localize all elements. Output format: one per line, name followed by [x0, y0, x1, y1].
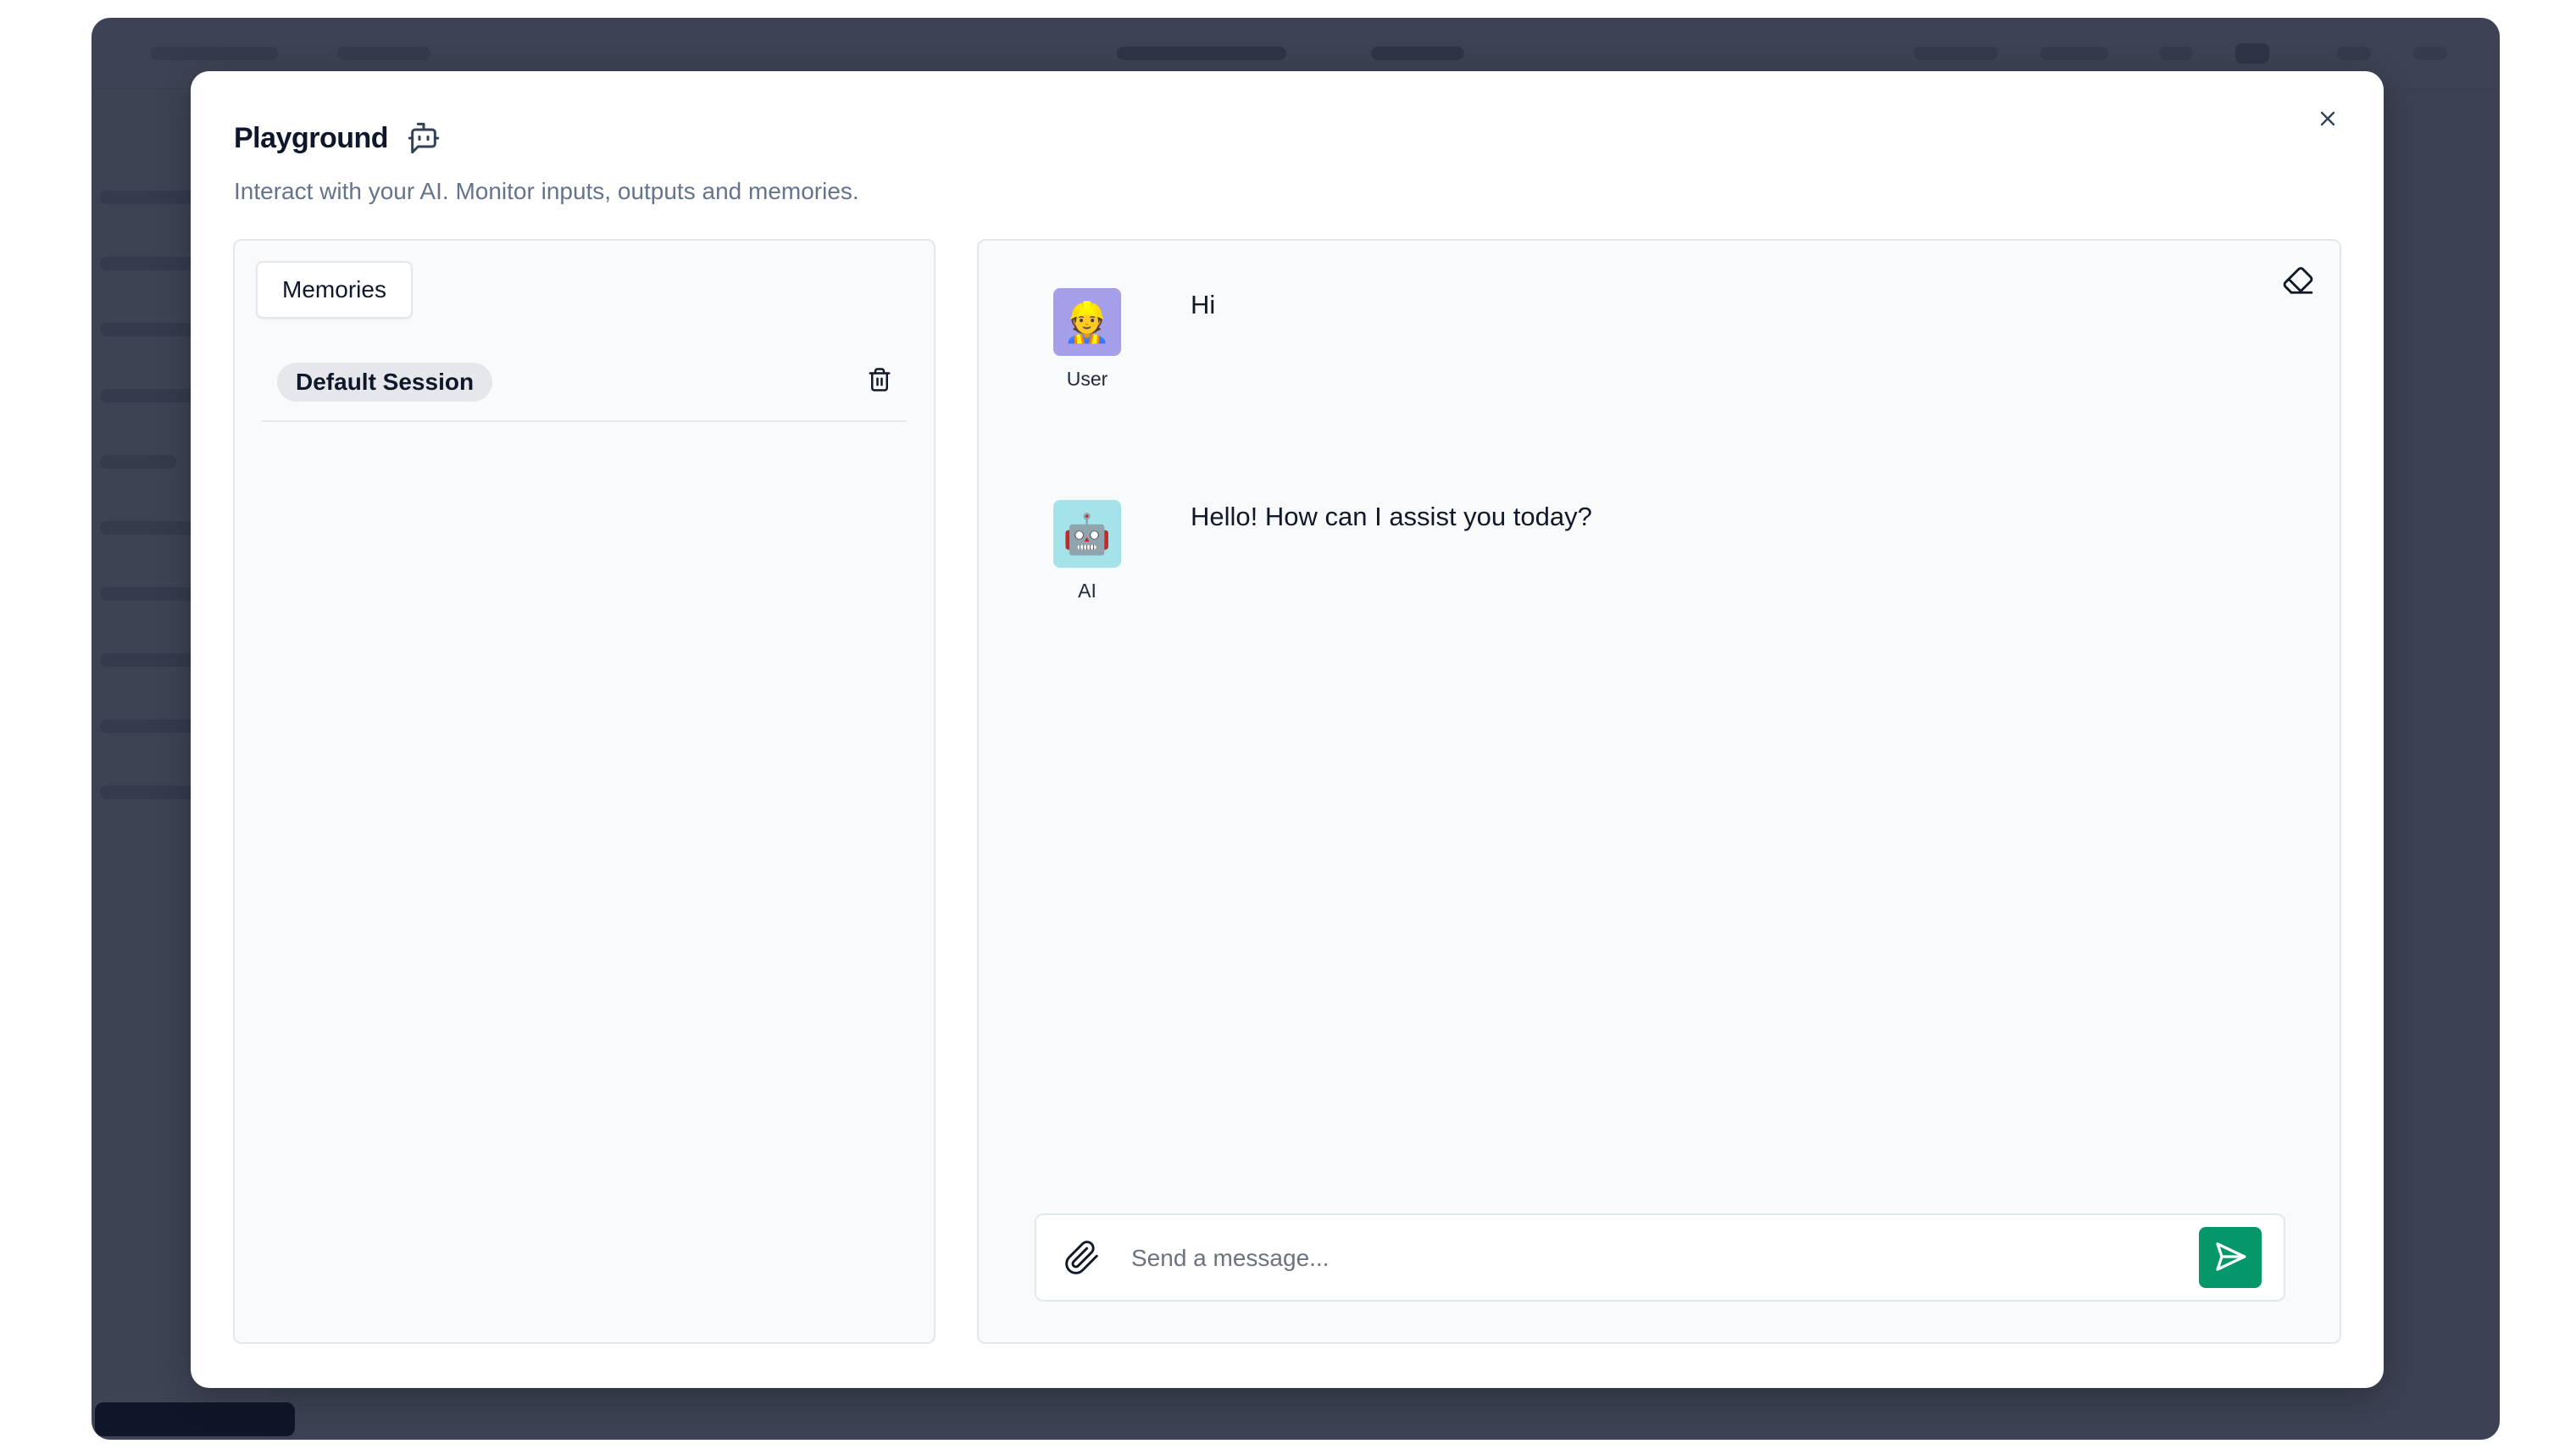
message-text: Hello! How can I assist you today?	[1191, 502, 1592, 531]
delete-session-button[interactable]	[864, 366, 895, 397]
chat-message-ai: 🤖 AI Hello! How can I assist you today?	[1053, 500, 1592, 602]
message-input[interactable]	[1131, 1232, 2165, 1285]
clear-chat-button[interactable]	[2279, 263, 2318, 302]
session-list-item[interactable]: Default Session	[262, 351, 907, 422]
chat-panel: 👷 User Hi 🤖 AI Hello! How can I assist y…	[977, 239, 2341, 1344]
dialog-title: Playground	[234, 121, 389, 154]
paperclip-icon	[1063, 1239, 1101, 1280]
send-icon	[2213, 1240, 2247, 1276]
ai-avatar: 🤖	[1053, 500, 1121, 568]
close-icon	[2316, 107, 2340, 135]
user-avatar: 👷	[1053, 288, 1121, 356]
memories-panel: Memories Default Session	[233, 239, 935, 1344]
dialog-header: Playground Interact with your AI. Monito…	[234, 114, 2340, 224]
dialog-subtitle: Interact with your AI. Monitor inputs, o…	[234, 178, 859, 204]
playground-dialog: Playground Interact with your AI. Monito…	[191, 71, 2384, 1388]
close-button[interactable]	[2306, 98, 2350, 142]
bot-message-icon	[407, 121, 441, 155]
send-button[interactable]	[2199, 1227, 2262, 1288]
message-text: Hi	[1191, 290, 1216, 319]
eraser-icon	[2282, 264, 2314, 301]
attach-file-button[interactable]	[1060, 1237, 1104, 1281]
chat-input-bar	[1035, 1213, 2285, 1302]
tab-memories[interactable]: Memories	[256, 261, 413, 319]
session-badge[interactable]: Default Session	[277, 363, 493, 402]
message-sender: User	[1066, 368, 1108, 390]
chat-message-user: 👷 User Hi	[1053, 288, 1215, 391]
trash-icon	[867, 367, 892, 397]
message-sender: AI	[1078, 580, 1096, 602]
